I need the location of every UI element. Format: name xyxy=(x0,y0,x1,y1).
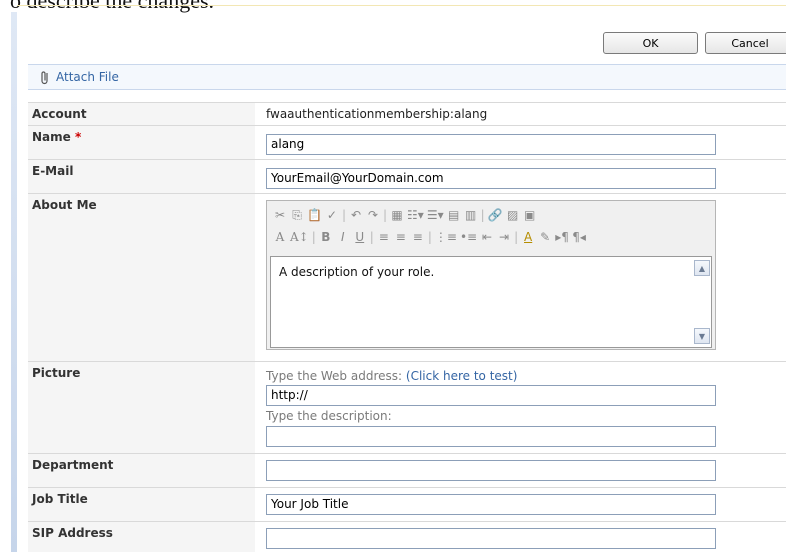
name-label-text: Name xyxy=(32,130,71,144)
attach-file-link[interactable]: Attach File xyxy=(40,70,119,85)
toolbar-separator: | xyxy=(311,230,316,244)
job-title-field: Your Job Title xyxy=(266,488,786,521)
department-row: Department xyxy=(28,453,786,487)
toolbar-separator: | xyxy=(369,230,374,244)
paperclip-icon xyxy=(40,70,50,85)
account-field: fwaauthenticationmembership:alang xyxy=(266,103,786,125)
picture-row: Picture Type the Web address: (Click her… xyxy=(28,361,786,453)
copy-icon[interactable]: ⎘ xyxy=(290,208,304,223)
align-right-icon[interactable]: ≡ xyxy=(411,230,425,244)
table-props-icon[interactable]: ▤ xyxy=(447,208,461,222)
toolbar-separator: | xyxy=(341,208,346,222)
font-color-icon[interactable]: A xyxy=(273,230,287,244)
name-label: Name * xyxy=(28,126,255,159)
cancel-button[interactable]: Cancel xyxy=(705,32,786,54)
job-title-row: Job Title Your Job Title xyxy=(28,487,786,521)
highlight-icon[interactable]: ✎ xyxy=(538,230,552,244)
about-me-field: ✂ ⎘ 📋 ✓ | ↶ ↷ | ▦ ☷▾ ☰▾ ▤ ▥ | 🔗 ▨ ▣ A A↕ xyxy=(266,194,786,361)
bullet-list-icon[interactable]: •≡ xyxy=(460,230,477,244)
about-me-row: About Me ✂ ⎘ 📋 ✓ | ↶ ↷ | ▦ ☷▾ ☰▾ ▤ ▥ | 🔗… xyxy=(28,193,786,361)
undo-icon[interactable]: ↶ xyxy=(349,208,363,222)
about-me-text: A description of your role. xyxy=(279,265,435,279)
toolbar-separator: | xyxy=(514,230,519,244)
table-menu-icon[interactable]: ☷▾ xyxy=(407,208,424,222)
name-row: Name * alang xyxy=(28,125,786,159)
attach-toolbar: Attach File xyxy=(28,64,786,90)
sip-address-input[interactable] xyxy=(266,528,716,549)
insert-menu-icon[interactable]: ☰▾ xyxy=(427,208,444,222)
department-label: Department xyxy=(28,454,255,487)
picture-description-input[interactable] xyxy=(266,426,716,447)
sip-address-label: SIP Address xyxy=(28,522,255,552)
account-value: fwaauthenticationmembership:alang xyxy=(266,107,488,121)
scroll-up-icon[interactable]: ▲ xyxy=(694,260,710,276)
rich-text-editor: ✂ ⎘ 📋 ✓ | ↶ ↷ | ▦ ☷▾ ☰▾ ▤ ▥ | 🔗 ▨ ▣ A A↕ xyxy=(266,200,716,350)
left-edge-strip xyxy=(11,12,17,552)
job-title-label: Job Title xyxy=(28,488,255,521)
ok-button[interactable]: OK xyxy=(603,32,698,54)
department-field xyxy=(266,454,786,487)
account-row: Account fwaauthenticationmembership:alan… xyxy=(28,102,786,125)
email-label: E-Mail xyxy=(28,160,255,193)
test-link-close-paren: ) xyxy=(512,369,518,383)
text-color-icon[interactable]: A xyxy=(521,230,535,244)
bold-icon[interactable]: B xyxy=(319,230,333,244)
picture-description-hint: Type the description: xyxy=(266,409,392,423)
cut-icon[interactable]: ✂ xyxy=(273,208,287,222)
align-center-icon[interactable]: ≡ xyxy=(394,230,408,244)
underline-icon[interactable]: U xyxy=(353,230,367,244)
picture-url-hint-text: Type the Web address: xyxy=(266,369,403,383)
department-input[interactable] xyxy=(266,460,716,481)
toolbar-separator: | xyxy=(427,230,432,244)
account-label: Account xyxy=(28,103,255,125)
paste-icon[interactable]: 📋 xyxy=(307,208,322,222)
picture-field: Type the Web address: (Click here to tes… xyxy=(266,362,786,453)
spellcheck-icon[interactable]: ✓ xyxy=(325,208,339,222)
insert-table-icon[interactable]: ▦ xyxy=(390,208,404,222)
toolbar-separator: | xyxy=(383,208,388,222)
scroll-down-icon[interactable]: ▼ xyxy=(694,328,710,344)
required-asterisk: * xyxy=(74,130,82,144)
rtl-icon[interactable]: ¶◂ xyxy=(572,230,586,244)
email-field: YourEmail@YourDomain.com xyxy=(266,160,786,193)
attach-file-label: Attach File xyxy=(56,70,119,84)
name-input[interactable]: alang xyxy=(266,134,716,155)
numbered-list-icon[interactable]: ⋮≡ xyxy=(435,230,457,244)
rte-toolbar-row-1: ✂ ⎘ 📋 ✓ | ↶ ↷ | ▦ ☷▾ ☰▾ ▤ ▥ | 🔗 ▨ ▣ xyxy=(273,205,537,225)
picture-url-hint: Type the Web address: (Click here to tes… xyxy=(266,369,517,383)
email-input[interactable]: YourEmail@YourDomain.com xyxy=(266,168,716,189)
align-left-icon[interactable]: ≡ xyxy=(377,230,391,244)
about-me-scrollbar[interactable]: ▲ ▼ xyxy=(694,258,710,346)
email-row: E-Mail YourEmail@YourDomain.com xyxy=(28,159,786,193)
ltr-icon[interactable]: ▸¶ xyxy=(555,230,569,244)
job-title-input[interactable]: Your Job Title xyxy=(266,494,716,515)
about-me-label: About Me xyxy=(28,194,255,361)
hyperlink-icon[interactable]: 🔗 xyxy=(488,208,503,222)
truncated-header-text: o describe the changes. xyxy=(10,0,215,13)
picture-label: Picture xyxy=(28,362,255,453)
symbol-icon[interactable]: ▣ xyxy=(523,208,537,222)
image-icon[interactable]: ▨ xyxy=(506,208,520,222)
outdent-icon[interactable]: ⇤ xyxy=(480,230,494,244)
layout-icon[interactable]: ▥ xyxy=(464,208,478,222)
indent-icon[interactable]: ⇥ xyxy=(497,230,511,244)
italic-icon[interactable]: I xyxy=(336,230,350,244)
click-here-to-test-link[interactable]: Click here to test xyxy=(411,369,513,383)
font-size-icon[interactable]: A↕ xyxy=(290,230,309,244)
sip-address-field xyxy=(266,522,786,552)
name-field: alang xyxy=(266,126,786,159)
about-me-textarea[interactable]: A description of your role. ▲ ▼ xyxy=(270,256,712,348)
redo-icon[interactable]: ↷ xyxy=(366,208,380,222)
top-divider xyxy=(17,5,786,6)
sip-address-row: SIP Address xyxy=(28,521,786,552)
toolbar-separator: | xyxy=(480,208,485,222)
picture-url-input[interactable]: http:// xyxy=(266,385,716,406)
rte-toolbar-row-2: A A↕ | B I U | ≡ ≡ ≡ | ⋮≡ •≡ ⇤ ⇥ | A ✎ ▸… xyxy=(273,227,586,247)
